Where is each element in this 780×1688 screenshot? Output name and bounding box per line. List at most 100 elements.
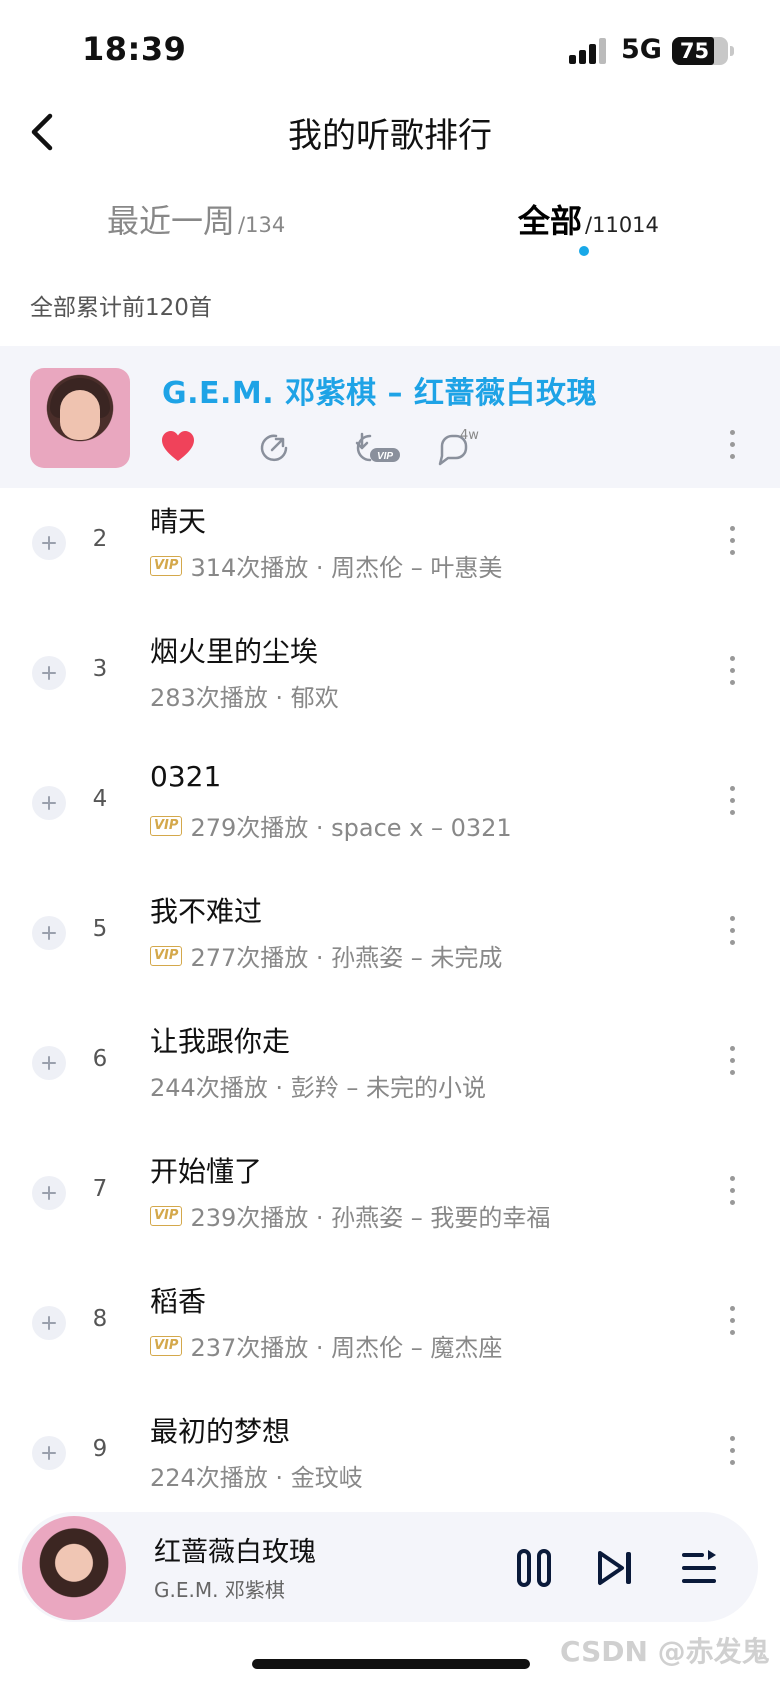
more-options-icon[interactable]	[728, 654, 736, 688]
song-title: 0321	[150, 760, 222, 793]
home-indicator[interactable]	[252, 1659, 530, 1669]
more-options-icon[interactable]	[728, 1174, 736, 1208]
status-bar: 18:39 5G 75	[0, 0, 780, 100]
song-row[interactable]: 6 让我跟你走 244次播放 · 彭羚 – 未完的小说	[0, 1008, 780, 1138]
ranking-summary: 全部累计前120首	[30, 295, 212, 321]
more-options-icon[interactable]	[728, 784, 736, 818]
now-playing-title: 红蔷薇白玫瑰	[154, 1537, 316, 1568]
song-rank: 8	[92, 1306, 108, 1332]
more-options-icon[interactable]	[728, 524, 736, 558]
tab-label: 全部	[518, 202, 583, 240]
tab-label: 最近一周	[107, 202, 236, 240]
playlist-button[interactable]	[680, 1548, 720, 1588]
add-icon[interactable]	[32, 656, 66, 690]
song-play-info: 314次播放 · 周杰伦 – 叶惠美	[190, 554, 503, 582]
song-rank: 7	[92, 1176, 108, 1202]
battery-level: 75	[679, 39, 710, 63]
add-icon[interactable]	[32, 1176, 66, 1210]
heart-icon	[162, 431, 194, 461]
add-icon[interactable]	[32, 786, 66, 820]
song-play-info: 283次播放 · 郁欢	[150, 684, 339, 712]
song-row[interactable]: 7 开始懂了 VIP 239次播放 · 孙燕姿 – 我要的幸福	[0, 1138, 780, 1268]
like-button[interactable]	[160, 428, 196, 468]
song-title: 开始懂了	[150, 1155, 263, 1188]
skip-next-icon	[598, 1551, 631, 1585]
song-row[interactable]: 4 0321 VIP 279次播放 · space x – 0321	[0, 748, 780, 878]
vip-badge: VIP	[150, 1205, 183, 1226]
playlist-icon	[682, 1550, 716, 1583]
page-title: 我的听歌排行	[288, 116, 492, 156]
song-title: 晴天	[150, 505, 207, 538]
song-row[interactable]: 9 最初的梦想 224次播放 · 金玟岐	[0, 1398, 780, 1528]
song-title: 烟火里的尘埃	[150, 635, 319, 668]
add-icon[interactable]	[32, 1306, 66, 1340]
song-row[interactable]: 3 烟火里的尘埃 283次播放 · 郁欢	[0, 618, 780, 748]
download-button[interactable]: VIP	[348, 428, 404, 468]
song-title: 最初的梦想	[150, 1415, 291, 1448]
song-title: 我不难过	[150, 895, 263, 928]
mini-player[interactable]	[18, 1512, 758, 1622]
song-play-info: 279次播放 · space x – 0321	[190, 814, 512, 842]
top-song-title: G.E.M. 邓紫棋 – 红蔷薇白玫瑰	[162, 376, 597, 411]
song-meta: VIP 239次播放 · 孙燕姿 – 我要的幸福	[150, 1198, 550, 1233]
song-row[interactable]: 5 我不难过 VIP 277次播放 · 孙燕姿 – 未完成	[0, 878, 780, 1008]
now-playing-artist: G.E.M. 邓紫棋	[154, 1578, 285, 1602]
song-play-info: 239次播放 · 孙燕姿 – 我要的幸福	[190, 1204, 551, 1232]
network-type: 5G	[621, 34, 662, 65]
song-row[interactable]: 8 稻香 VIP 237次播放 · 周杰伦 – 魔杰座	[0, 1268, 780, 1398]
song-meta: VIP 279次播放 · space x – 0321	[150, 808, 512, 843]
pause-icon	[517, 1549, 551, 1587]
song-rank: 4	[92, 786, 108, 812]
song-meta: 244次播放 · 彭羚 – 未完的小说	[150, 1068, 486, 1103]
song-rank: 3	[92, 656, 108, 682]
album-cover	[30, 368, 130, 468]
more-options-icon[interactable]	[728, 914, 736, 948]
song-title: 稻香	[150, 1285, 207, 1318]
song-rank: 9	[92, 1436, 108, 1462]
active-tab-indicator	[579, 246, 589, 256]
more-options-icon[interactable]	[728, 1304, 736, 1338]
vip-badge: VIP	[150, 1335, 183, 1356]
song-play-info: 244次播放 · 彭羚 – 未完的小说	[150, 1074, 486, 1102]
comment-count: 4w	[460, 428, 479, 443]
vip-badge: VIP	[150, 815, 183, 836]
top-song-card[interactable]: G.E.M. 邓紫棋 – 红蔷薇白玫瑰 VIP 4w	[0, 346, 780, 488]
share-button[interactable]	[258, 428, 294, 468]
song-title: 让我跟你走	[150, 1025, 291, 1058]
now-playing-cover[interactable]	[22, 1516, 126, 1620]
signal-icon	[569, 38, 609, 64]
add-icon[interactable]	[32, 916, 66, 950]
status-time: 18:39	[82, 30, 187, 68]
more-options-icon[interactable]	[728, 428, 736, 462]
vip-badge: VIP	[150, 945, 183, 966]
tab-recent-week[interactable]: 最近一周/134	[107, 196, 285, 242]
song-rank: 6	[92, 1046, 108, 1072]
next-button[interactable]	[596, 1548, 636, 1588]
watermark: CSDN @赤发鬼	[560, 1635, 770, 1668]
vip-badge: VIP	[150, 555, 183, 576]
song-meta: VIP 237次播放 · 周杰伦 – 魔杰座	[150, 1328, 502, 1363]
song-rank: 2	[92, 526, 108, 552]
add-icon[interactable]	[32, 526, 66, 560]
song-row[interactable]: 2 晴天 VIP 314次播放 · 周杰伦 – 叶惠美	[0, 488, 780, 618]
share-icon	[260, 434, 288, 462]
more-options-icon[interactable]	[728, 1434, 736, 1468]
add-icon[interactable]	[32, 1046, 66, 1080]
song-meta: VIP 314次播放 · 周杰伦 – 叶惠美	[150, 548, 502, 583]
song-play-info: 224次播放 · 金玟岐	[150, 1464, 363, 1492]
pause-button[interactable]	[514, 1548, 554, 1588]
battery-icon: 75	[672, 37, 734, 65]
song-meta: 283次播放 · 郁欢	[150, 678, 339, 713]
song-rank: 5	[92, 916, 108, 942]
add-icon[interactable]	[32, 1436, 66, 1470]
tab-all[interactable]: 全部/11014	[518, 196, 659, 242]
tab-count: /11014	[585, 213, 659, 237]
song-meta: 224次播放 · 金玟岐	[150, 1458, 363, 1493]
more-options-icon[interactable]	[728, 1044, 736, 1078]
song-meta: VIP 277次播放 · 孙燕姿 – 未完成	[150, 938, 502, 973]
song-play-info: 277次播放 · 孙燕姿 – 未完成	[190, 944, 503, 972]
tab-count: /134	[238, 213, 286, 237]
svg-text:VIP: VIP	[377, 451, 393, 462]
download-vip-icon: VIP	[355, 432, 400, 462]
song-play-info: 237次播放 · 周杰伦 – 魔杰座	[190, 1334, 503, 1362]
